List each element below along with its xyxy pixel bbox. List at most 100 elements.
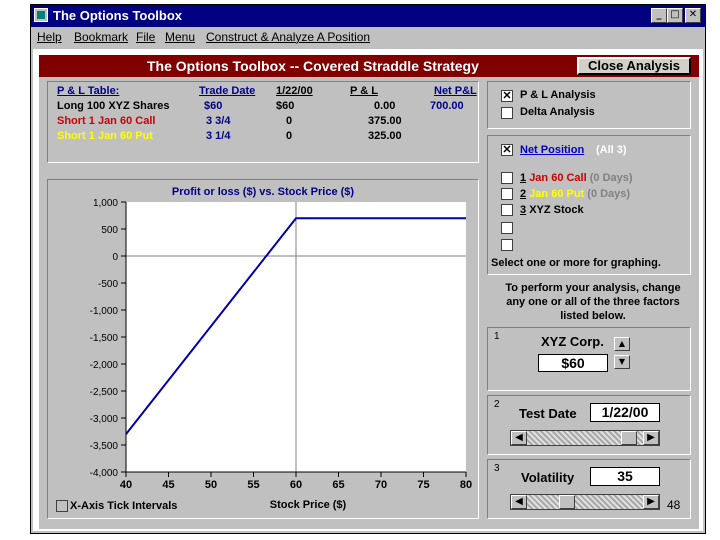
client-area: The Options Toolbox -- Covered Straddle …: [33, 49, 703, 531]
pl-analysis-label[interactable]: P & L Analysis: [520, 89, 596, 101]
factor-vol-num: 3: [494, 463, 500, 474]
row-call-trade-date: 3 3/4: [206, 115, 231, 127]
net-position-suffix: (All 3): [596, 144, 627, 156]
row-put-name: Short 1 Jan 60 Put: [57, 130, 153, 142]
position-4-checkbox[interactable]: [501, 222, 513, 234]
y-tick-label: -3,000: [90, 414, 119, 425]
x-tick-label: 80: [460, 479, 472, 491]
x-tick-label: 50: [205, 479, 217, 491]
factor-stock-label: XYZ Corp.: [541, 334, 604, 349]
y-tick-label: -4,000: [90, 468, 119, 479]
vol-slider-thumb[interactable]: [559, 495, 575, 509]
volatility-slider[interactable]: ◀ ▶: [510, 494, 660, 510]
stock-price-input[interactable]: $60: [538, 354, 608, 372]
factor-vol-box: 3 Volatility 35 ◀ ▶: [487, 459, 691, 519]
stock-up-button[interactable]: ▲: [614, 337, 630, 351]
y-tick-label: -2,000: [90, 360, 119, 371]
close-window-button[interactable]: ✕: [685, 8, 701, 23]
window-title: The Options Toolbox: [53, 8, 183, 23]
menu-file[interactable]: File: [136, 30, 155, 44]
pl-heading: P & L: [350, 85, 378, 97]
row-call-date-val: 0: [286, 115, 293, 127]
x-tick-label: 65: [332, 479, 344, 491]
chart-box: Profit or loss ($) vs. Stock Price ($) S…: [47, 179, 479, 519]
trade-date-heading: Trade Date: [199, 85, 256, 97]
position-1-checkbox[interactable]: [501, 172, 513, 184]
analysis-type-box: ✕ P & L Analysis Delta Analysis: [487, 81, 691, 129]
volatility-input[interactable]: 35: [590, 467, 660, 486]
y-tick-label: -3,500: [90, 441, 119, 452]
date-heading: 1/22/00: [276, 85, 313, 97]
pl-analysis-checkbox[interactable]: ✕: [501, 90, 513, 102]
y-tick-label: 500: [101, 225, 118, 236]
minimize-button[interactable]: _: [651, 8, 667, 23]
stock-down-button[interactable]: ▼: [614, 355, 630, 369]
x-tick-label: 70: [375, 479, 387, 491]
positions-footer: Select one or more for graphing.: [491, 257, 661, 269]
menu-bookmark[interactable]: Bookmark: [74, 30, 128, 44]
x-tick-label: 75: [417, 479, 429, 491]
row-stock-name: Long 100 XYZ Shares: [57, 100, 170, 112]
factor-stock-num: 1: [494, 331, 500, 342]
row-stock-trade-date: $60: [204, 100, 223, 112]
factor-vol-label: Volatility: [521, 470, 575, 485]
test-date-slider[interactable]: ◀ ▶: [510, 430, 660, 446]
pl-table-heading: P & L Table:: [57, 85, 120, 97]
row-call-pl: 375.00: [368, 115, 402, 127]
application-window: The Options Toolbox _ □ ✕ Help Bookmark …: [30, 4, 706, 534]
instructions-text: To perform your analysis, change any one…: [505, 282, 681, 322]
app-icon[interactable]: [34, 8, 48, 22]
x-axis-tick-intervals-label[interactable]: X-Axis Tick Intervals: [70, 500, 177, 512]
menu-construct-analyze[interactable]: Construct & Analyze A Position: [206, 30, 370, 44]
position-2-label: Jan 60 Put: [529, 188, 585, 200]
close-analysis-button[interactable]: Close Analysis: [577, 57, 691, 75]
factor-date-num: 2: [494, 399, 500, 410]
position-3-label: XYZ Stock: [529, 204, 584, 216]
x-tick-label: 45: [162, 479, 174, 491]
net-position-label[interactable]: Net Position: [520, 144, 584, 156]
net-position-checkbox[interactable]: ✕: [501, 144, 513, 156]
position-3-checkbox[interactable]: [501, 204, 513, 216]
pl-table-box: P & L Table: Trade Date 1/22/00 P & L Ne…: [47, 81, 479, 163]
factor-stock-box: 1 XYZ Corp. $60 ▲ ▼: [487, 327, 691, 391]
date-right-arrow-icon[interactable]: ▶: [643, 431, 659, 445]
menu-menu[interactable]: Menu: [165, 30, 195, 44]
y-tick-label: -1,000: [90, 306, 119, 317]
x-axis-tick-intervals-checkbox[interactable]: [56, 500, 68, 512]
analysis-panel: The Options Toolbox -- Covered Straddle …: [39, 55, 699, 529]
vol-left-arrow-icon[interactable]: ◀: [511, 495, 527, 509]
row-put-pl: 325.00: [368, 130, 402, 142]
maximize-button[interactable]: □: [667, 8, 683, 23]
position-1-suffix: (0 Days): [589, 172, 633, 184]
date-slider-thumb[interactable]: [621, 431, 637, 445]
net-pl-heading: Net P&L: [434, 85, 477, 97]
positions-box: ✕ Net Position (All 3) 1 Jan 60 Call (0 …: [487, 135, 691, 275]
y-tick-label: -500: [98, 279, 118, 290]
y-tick-label: 0: [112, 252, 118, 263]
menu-help[interactable]: Help: [37, 30, 62, 44]
net-pl-value: 700.00: [430, 100, 464, 112]
vol-right-arrow-icon[interactable]: ▶: [643, 495, 659, 509]
analysis-header: The Options Toolbox -- Covered Straddle …: [39, 55, 699, 77]
position-5-checkbox[interactable]: [501, 239, 513, 251]
date-left-arrow-icon[interactable]: ◀: [511, 431, 527, 445]
y-tick-label: -1,500: [90, 333, 119, 344]
delta-analysis-label[interactable]: Delta Analysis: [520, 106, 595, 118]
chart-title: Profit or loss ($) vs. Stock Price ($): [172, 186, 355, 198]
row-stock-pl: 0.00: [374, 100, 396, 112]
row-put-trade-date: 3 1/4: [206, 130, 231, 142]
delta-analysis-checkbox[interactable]: [501, 107, 513, 119]
position-3-num: 3: [520, 204, 527, 216]
page-number: 48: [667, 498, 681, 512]
y-tick-label: -2,500: [90, 387, 119, 398]
row-put-date-val: 0: [286, 130, 293, 142]
factor-date-box: 2 Test Date 1/22/00 ◀ ▶: [487, 395, 691, 455]
pl-chart: Profit or loss ($) vs. Stock Price ($) S…: [90, 186, 472, 511]
factor-date-label: Test Date: [519, 406, 577, 421]
test-date-input[interactable]: 1/22/00: [590, 403, 660, 422]
row-stock-date-val: $60: [276, 100, 295, 112]
position-2-suffix: (0 Days): [587, 188, 631, 200]
position-2-checkbox[interactable]: [501, 188, 513, 200]
x-tick-label: 60: [290, 479, 302, 491]
title-bar[interactable]: The Options Toolbox _ □ ✕: [31, 5, 705, 27]
